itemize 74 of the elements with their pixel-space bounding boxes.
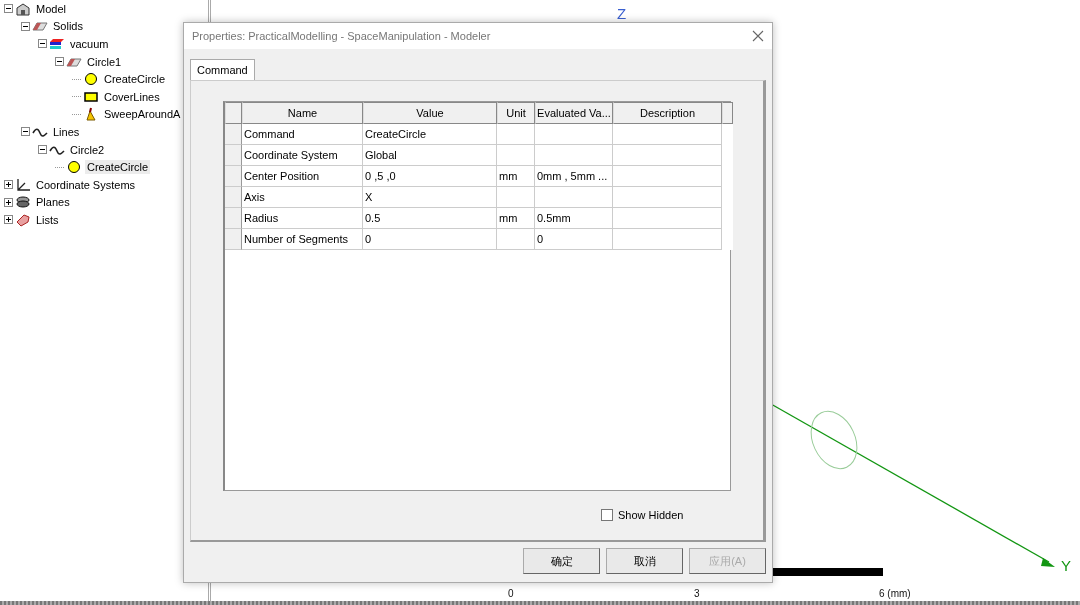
table-cell: 0mm , 5mm ... bbox=[535, 166, 613, 187]
tree-item[interactable]: Solids bbox=[51, 19, 85, 34]
collapse-toggle[interactable] bbox=[55, 57, 64, 67]
axes-icon bbox=[15, 177, 31, 192]
collapse-toggle[interactable] bbox=[38, 145, 47, 155]
scale-label: 6 (mm) bbox=[879, 588, 911, 599]
ok-button[interactable]: 确定 bbox=[523, 548, 600, 574]
collapse-toggle[interactable] bbox=[21, 21, 30, 31]
column-header bbox=[722, 102, 733, 124]
tree-item[interactable]: Circle1 bbox=[85, 54, 124, 69]
table-cell: 0 ,5 ,0 bbox=[363, 166, 497, 187]
house-icon bbox=[15, 1, 31, 16]
table-cell bbox=[497, 187, 535, 208]
cancel-button[interactable]: 取消 bbox=[606, 548, 683, 574]
table-cell: 0 bbox=[363, 229, 497, 250]
table-cell: mm bbox=[497, 166, 535, 187]
column-header[interactable]: Value bbox=[363, 102, 497, 124]
layers-icon bbox=[49, 37, 65, 51]
table-cell bbox=[497, 229, 535, 250]
tree-item[interactable]: Planes bbox=[34, 195, 72, 210]
circle-icon bbox=[66, 160, 82, 175]
tree-item[interactable]: vacuum bbox=[68, 37, 111, 51]
circle-outline bbox=[810, 410, 858, 470]
tree-item[interactable]: Lines bbox=[51, 124, 82, 139]
column-header[interactable]: Unit bbox=[497, 102, 535, 124]
table-cell: Global bbox=[363, 145, 497, 166]
collapse-toggle[interactable] bbox=[4, 4, 13, 14]
table-cell: mm bbox=[497, 208, 535, 229]
slab-icon bbox=[32, 19, 48, 34]
axis-label: Y bbox=[1061, 557, 1071, 574]
table-cell: 0.5 bbox=[363, 208, 497, 229]
window-title: Properties: PracticalModelling - SpaceManipulation - Modeler bbox=[192, 30, 491, 42]
arrow-head-icon bbox=[1041, 558, 1055, 567]
broom-icon bbox=[83, 107, 99, 122]
circle-icon bbox=[83, 72, 99, 87]
corner-header bbox=[225, 102, 242, 124]
axis-label: Z bbox=[617, 5, 627, 22]
table-cell bbox=[497, 145, 535, 166]
tree-item[interactable]: CoverLines bbox=[102, 89, 162, 104]
tree-item[interactable]: Model bbox=[34, 1, 68, 16]
column-header[interactable]: Description bbox=[613, 102, 722, 124]
checkbox[interactable] bbox=[601, 509, 613, 521]
table-cell: Axis bbox=[242, 187, 363, 208]
tree-item[interactable]: CreateCircle bbox=[85, 160, 151, 175]
checkbox-label: Show Hidden bbox=[618, 509, 684, 521]
collapse-toggle[interactable] bbox=[21, 127, 30, 137]
command-tab[interactable]: Command bbox=[190, 59, 255, 80]
table-cell: Number of Segments bbox=[242, 229, 363, 250]
table-cell: 0 bbox=[535, 229, 613, 250]
tree-item[interactable]: CreateCircle bbox=[102, 72, 168, 87]
table-cell: Command bbox=[242, 124, 363, 145]
collapse-toggle[interactable] bbox=[38, 39, 47, 49]
tree-item[interactable]: Coordinate Systems bbox=[34, 177, 138, 192]
table-cell: 0.5mm bbox=[535, 208, 613, 229]
disk-stack-icon bbox=[15, 195, 31, 210]
close-icon[interactable] bbox=[752, 30, 764, 42]
column-header[interactable]: Name bbox=[242, 102, 363, 124]
table-cell: Radius bbox=[242, 208, 363, 229]
table-cell: Center Position bbox=[242, 166, 363, 187]
tree-item[interactable]: Lists bbox=[34, 212, 61, 227]
column-header[interactable]: Evaluated Va... bbox=[535, 102, 613, 124]
scale-label: 3 bbox=[694, 588, 700, 599]
tree-item[interactable]: SweepAroundA bbox=[102, 107, 183, 122]
frame-icon bbox=[83, 89, 99, 104]
tree-item[interactable]: Circle2 bbox=[68, 142, 107, 157]
tag-icon bbox=[15, 212, 31, 227]
table-cell bbox=[497, 124, 535, 145]
expand-toggle[interactable] bbox=[4, 180, 13, 190]
expand-toggle[interactable] bbox=[4, 197, 13, 207]
table-cell: CreateCircle bbox=[363, 124, 497, 145]
table-cell: X bbox=[363, 187, 497, 208]
expand-toggle[interactable] bbox=[4, 215, 13, 225]
scale-label: 0 bbox=[508, 588, 514, 599]
table-cell: Coordinate System bbox=[242, 145, 363, 166]
